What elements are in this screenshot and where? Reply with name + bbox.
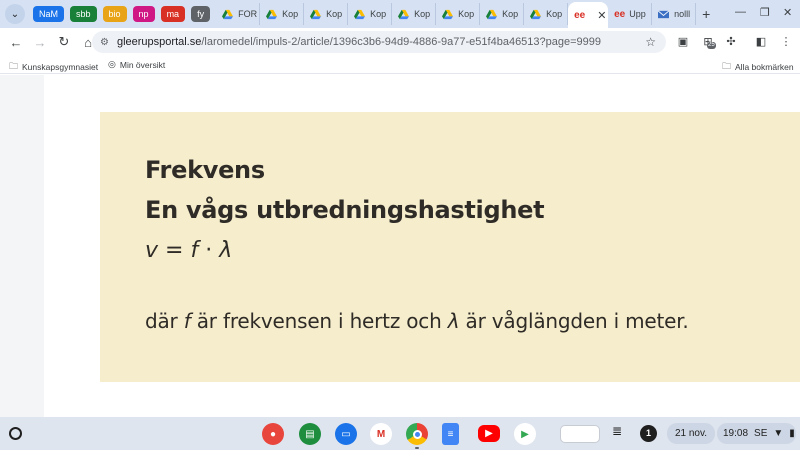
stylus-tools-icon[interactable]: ≣ (612, 424, 622, 438)
wifi-icon: ▼ (773, 428, 784, 439)
url-host: gleerupsportal.se (116, 36, 202, 48)
chromeos-shelf: ● ▤ ▭ M ≡ ▶ ▶ ≣ 1 21 nov. 19:08 SE ▼ ▮ (0, 417, 800, 450)
folder-icon: 🗀 (9, 61, 19, 71)
mail-icon (658, 9, 670, 18)
files-app-icon[interactable]: ▭ (335, 423, 357, 445)
google-drive-icon (442, 9, 454, 19)
symbol-lambda: λ (447, 309, 460, 333)
bookmarks-bar: 🗀 Kunskapsgymnasiet ◎ Min översikt 🗀 All… (0, 56, 800, 74)
left-sidebar (0, 75, 44, 417)
extension-badge-icon[interactable]: ⊞25 (701, 35, 716, 49)
status-tray[interactable]: 19:08 SE ▼ ▮ (717, 423, 796, 444)
site-info-icon[interactable]: ⚙ (100, 37, 109, 48)
tab-for[interactable]: FOR (216, 3, 261, 25)
google-drive-icon (530, 9, 542, 19)
clock-time: 19:08 (723, 428, 749, 439)
ee-icon: ee (614, 8, 626, 20)
ee-icon: ee (574, 9, 586, 21)
chrome-running-indicator (415, 447, 419, 449)
tab-nolll[interactable]: nolll (652, 3, 697, 25)
battery-icon: ▮ (789, 428, 795, 439)
more-menu-icon[interactable]: ⋮ (779, 35, 793, 49)
bookmark-kunskapsgymnasiet[interactable]: 🗀 Kunskapsgymnasiet (9, 59, 98, 75)
tab-group-np[interactable]: np (132, 6, 155, 22)
extension-icon[interactable]: ▣ (676, 35, 690, 49)
symbol-f: f (183, 309, 191, 333)
chrome-center-icon (412, 429, 422, 439)
chevron-down-icon: ⌄ (10, 8, 20, 20)
formula-lambda: λ (219, 238, 233, 263)
folder-icon: 🗀 (722, 61, 732, 71)
formula-v: v (145, 238, 159, 263)
article-body-text: där f är frekvensen i hertz och λ är våg… (145, 309, 689, 333)
palette-app-icon[interactable]: ● (262, 423, 284, 445)
browser-toolbar: ← → ↻ ⌂ ⚙ gleerupsportal.se/laromedel/im… (0, 28, 800, 56)
keyboard-locale: SE (754, 428, 768, 439)
gmail-app-icon[interactable]: M (370, 423, 392, 445)
wave-speed-formula: v = f · λ (145, 238, 232, 263)
address-bar[interactable]: ⚙ gleerupsportal.se/laromedel/impuls-2/a… (92, 31, 666, 53)
holding-space-preview[interactable] (560, 425, 600, 443)
google-drive-icon (486, 9, 498, 19)
tab-kop-6[interactable]: Kop (480, 3, 525, 25)
tab-kop-2[interactable]: Kop (304, 3, 349, 25)
tab-search-button[interactable]: ⌄ (5, 4, 25, 24)
google-drive-icon (222, 9, 234, 19)
all-bookmarks[interactable]: 🗀 Alla bokmärken (722, 59, 794, 75)
classroom-app-icon[interactable]: ▤ (299, 423, 321, 445)
forward-arrow-icon[interactable]: → (28, 35, 52, 50)
formula-dot: · (198, 238, 220, 263)
tab-strip: ⌄ NaM sbb bio np ma fy FOR Kop Kop Kop K… (0, 0, 800, 28)
extension-badge: 25 (707, 42, 716, 49)
tab-kop-3[interactable]: Kop (348, 3, 393, 25)
date-tray[interactable]: 21 nov. (667, 423, 715, 444)
google-drive-icon (266, 9, 278, 19)
tab-kop-1[interactable]: Kop (260, 3, 305, 25)
youtube-app-icon[interactable]: ▶ (478, 425, 500, 442)
tab-upp[interactable]: ee Upp (608, 3, 653, 25)
tab-group-nam[interactable]: NaM (33, 6, 65, 22)
tab-active-gleerups[interactable]: ee ✕ (568, 2, 609, 28)
minimize-icon[interactable]: — (735, 6, 746, 18)
chrome-app-icon[interactable] (406, 423, 428, 445)
docs-app-icon[interactable]: ≡ (442, 423, 459, 445)
tab-group-fy[interactable]: fy (191, 6, 211, 22)
formula-equals: = (158, 238, 191, 263)
tab-group-sbb[interactable]: sbb (70, 6, 97, 22)
launcher-button[interactable] (9, 427, 22, 440)
bookmark-star-icon[interactable]: ☆ (645, 35, 656, 49)
maximize-icon[interactable]: ❐ (760, 6, 770, 19)
article-card: Frekvens En vågs utbredningshastighet v … (100, 112, 800, 382)
notification-counter[interactable]: 1 (640, 425, 657, 442)
tab-group-bio[interactable]: bio (102, 6, 127, 22)
new-tab-icon[interactable]: + (702, 6, 710, 22)
url-path: /laromedel/impuls-2/article/1396c3b6-94d… (201, 36, 602, 48)
page-content: Frekvens En vågs utbredningshastighet v … (0, 75, 800, 417)
google-drive-icon (354, 9, 366, 19)
heading-frekvens: Frekvens (145, 156, 265, 184)
compass-icon: ◎ (108, 59, 116, 69)
puzzle-extensions-icon[interactable]: ✣ (724, 35, 738, 49)
tab-kop-4[interactable]: Kop (392, 3, 437, 25)
side-panel-icon[interactable]: ◧ (754, 35, 768, 49)
close-window-icon[interactable]: ✕ (783, 6, 792, 19)
heading-utbredningshastighet: En vågs utbredningshastighet (145, 196, 545, 224)
play-store-app-icon[interactable]: ▶ (514, 423, 536, 445)
reload-icon[interactable]: ↻ (52, 34, 76, 50)
google-drive-icon (310, 9, 322, 19)
tab-kop-7[interactable]: Kop (524, 3, 569, 25)
bookmark-min-oversikt[interactable]: ◎ Min översikt (108, 59, 165, 70)
back-arrow-icon[interactable]: ← (4, 35, 28, 50)
close-tab-icon[interactable]: ✕ (597, 9, 606, 22)
tab-group-ma[interactable]: ma (160, 6, 186, 22)
tab-kop-5[interactable]: Kop (436, 3, 481, 25)
google-drive-icon (398, 9, 410, 19)
